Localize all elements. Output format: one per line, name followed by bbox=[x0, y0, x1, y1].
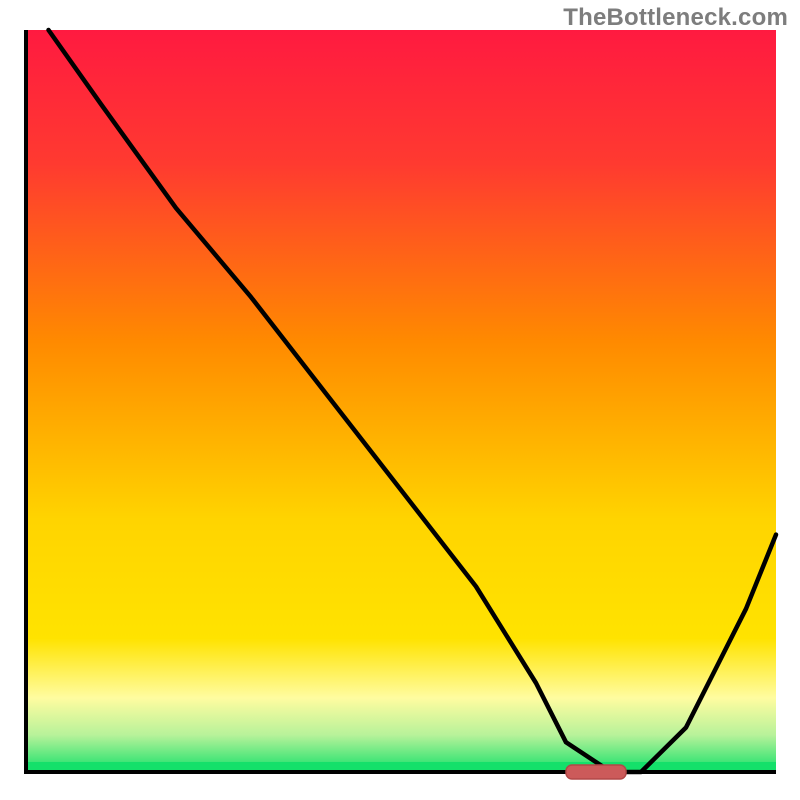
chart-svg bbox=[0, 0, 800, 800]
watermark-text: TheBottleneck.com bbox=[563, 4, 788, 32]
bottleneck-chart: TheBottleneck.com bbox=[0, 0, 800, 800]
optimum-marker bbox=[566, 765, 626, 779]
heat-background bbox=[26, 30, 776, 772]
